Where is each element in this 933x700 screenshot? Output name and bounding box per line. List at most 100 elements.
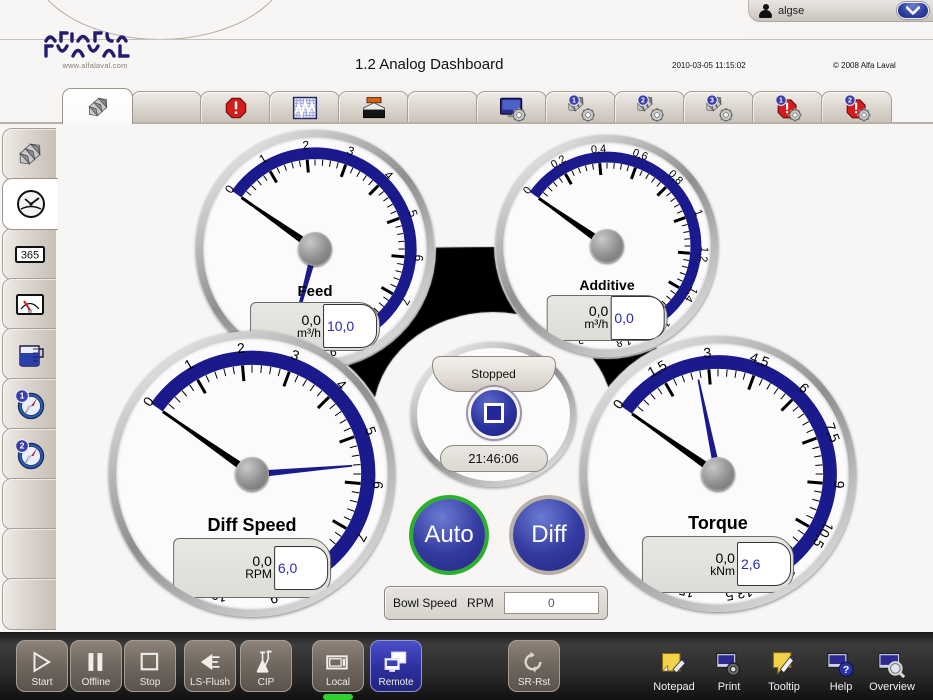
offline-button[interactable]: Offline [70, 640, 122, 692]
gauge-tick-label: 2 [236, 339, 246, 357]
sidebar-item-compass-2[interactable]: 2 [2, 428, 56, 480]
gauge-tick-label: 6 [369, 480, 387, 490]
button-label: Stop [139, 677, 161, 688]
gauge-clock-icon [14, 188, 48, 220]
blank-icon [13, 488, 47, 520]
tab-alarm-2-settings[interactable]: 2 [821, 91, 892, 124]
gauge-name-label: Feed [297, 282, 333, 300]
tab-separator-1-settings[interactable]: 1 [545, 91, 616, 124]
refresh-circle-icon [517, 649, 551, 677]
readout-left: 0,0 RPM [174, 554, 274, 581]
sidebar-item-power-meter[interactable]: W [2, 278, 56, 330]
gauge-name-label: Diff Speed [207, 514, 297, 535]
tab-bar: 1 2 3 1 2 [62, 88, 933, 124]
gauge-setpoint-field[interactable]: 0,0 [610, 295, 665, 340]
overview-button[interactable]: Overview [863, 642, 921, 694]
gauge-hub [235, 457, 269, 491]
remote-button[interactable]: Remote [370, 640, 422, 692]
button-label: Remote [378, 677, 414, 688]
gauge-readout-additive: 0,0 m³/h 0,0 [546, 294, 668, 341]
button-label: CIP [257, 677, 275, 688]
button-label: LS-Flush [189, 677, 230, 688]
gauge-setpoint-field[interactable]: 2,6 [736, 542, 791, 587]
tab-separator-overview[interactable] [62, 88, 133, 124]
separator-2-gear-icon: 2 [635, 94, 665, 123]
365-icon: 365 [13, 238, 47, 270]
sidebar-item-beaker[interactable] [2, 328, 56, 380]
tooltip-button[interactable]: Tooltip [755, 642, 813, 694]
readout-left: 0,0 m³/h [548, 304, 611, 331]
local-panel-icon [321, 649, 355, 677]
ls-flush-button[interactable]: LS-Flush [184, 640, 236, 692]
sidebar-item-blank-1[interactable] [2, 478, 56, 530]
stop-icon [133, 649, 167, 677]
button-label: Print [717, 681, 741, 693]
stop-button[interactable]: Stop [124, 640, 176, 692]
separator-icon [13, 138, 47, 170]
tab-separator-2-settings[interactable]: 2 [614, 91, 685, 124]
svg-text:365: 365 [20, 250, 38, 262]
chevron-down-icon[interactable] [897, 2, 929, 19]
readout-left: 0,0 kNm [643, 551, 737, 578]
notepad-icon [657, 650, 691, 680]
tooltip-icon [767, 650, 801, 680]
gauge-value: 0,0 [252, 553, 272, 570]
tab-screen-settings[interactable] [476, 91, 547, 124]
blank-icon [13, 588, 47, 620]
svg-text:3: 3 [710, 96, 714, 104]
gauge-value: 0,0 [588, 303, 609, 320]
cip-button[interactable]: CIP [240, 640, 292, 692]
gauge-value: 0,0 [715, 549, 735, 566]
button-label: Notepad [653, 681, 695, 693]
diff-mode-button[interactable]: Diff [513, 499, 585, 571]
gauge-unit: RPM [245, 567, 272, 582]
bowl-speed-value: 0 [503, 592, 599, 614]
sidebar-item-separator[interactable] [2, 128, 56, 180]
tab-alarms[interactable] [200, 91, 271, 124]
play-icon [25, 649, 59, 677]
bowl-speed-label: Bowl Speed [393, 596, 458, 610]
gauge-setpoint-field[interactable]: 6,0 [273, 545, 328, 590]
help-button[interactable]: ? Help [812, 642, 870, 694]
tab-blank-2[interactable] [407, 91, 478, 124]
gauge-name-label: Torque [688, 513, 748, 534]
gauge-additive: 00,20,40,60,811,21,41,61,82Additive0,0m³… [496, 135, 718, 357]
sidebar-item-compass-1[interactable]: 1 [2, 378, 56, 430]
tab-alarm-1-settings[interactable]: 1 [752, 91, 823, 124]
notepad-button[interactable]: Notepad [645, 642, 703, 694]
gauge-setpoint-value: 6,0 [277, 559, 298, 576]
sidebar-item-blank-3[interactable] [2, 578, 56, 630]
tab-machine[interactable] [338, 91, 409, 124]
bottom-toolbar: 2Touch StartOfflineStopLS-FlushCIPLocalR… [0, 632, 933, 700]
gauge-value: 0,0 [301, 311, 321, 328]
tab-separator-3-settings[interactable]: 3 [683, 91, 754, 124]
sidebar-item-blank-2[interactable] [2, 528, 56, 580]
gauge-readout-torque: 0,0 kNm 2,6 [642, 535, 794, 594]
flask-icon [249, 649, 283, 677]
auto-mode-button[interactable]: Auto [413, 499, 485, 571]
svg-text:2: 2 [19, 441, 24, 451]
svg-text:1: 1 [19, 391, 24, 401]
tab-blank-1[interactable] [131, 91, 202, 124]
gauge-face: 012345678910Feed0,0m³/h10,0 [203, 137, 427, 361]
alarm-1-gear-icon: 1 [773, 94, 803, 122]
mode-button-label: Auto [424, 521, 474, 548]
gauge-bezel: 012345678910Diff Speed0,0RPM6,0 [109, 331, 395, 617]
sidebar-item-dashboard[interactable] [2, 178, 58, 230]
gauge-face: 01,534,567,5910,51213,515Torque0,0kNm2,6 [587, 343, 849, 605]
start-button[interactable]: Start [16, 640, 68, 692]
tab-trends[interactable] [269, 91, 340, 124]
local-button[interactable]: Local [312, 640, 364, 692]
gauge-setpoint-value: 10,0 [326, 318, 355, 335]
dashboard-main: Stopped 21:46:06 Bowl Speed RPM 0 012345… [58, 124, 933, 632]
button-label: Tooltip [768, 681, 800, 693]
gauge-tick-label: 0,4 [590, 142, 607, 157]
stop-square-icon[interactable] [467, 387, 520, 439]
user-bar: algse [748, 0, 933, 22]
svg-text:2: 2 [848, 96, 852, 104]
sr-reset-button[interactable]: SR-Rst [508, 640, 560, 692]
print-button[interactable]: Print [700, 642, 758, 694]
sidebar-item-365[interactable]: 365 [2, 228, 56, 280]
gauge-face: 00,20,40,60,811,21,41,61,82Additive0,0m³… [503, 142, 711, 350]
gauge-hub [701, 457, 735, 491]
